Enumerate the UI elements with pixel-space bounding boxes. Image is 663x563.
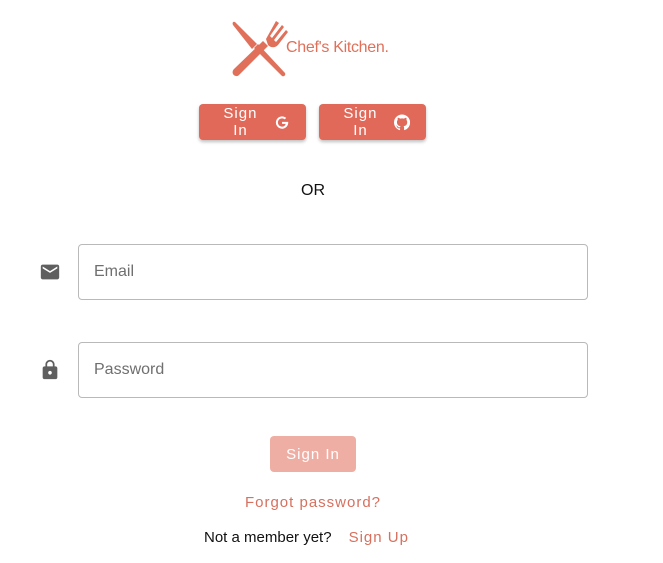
forgot-password-link[interactable]: Forgot password? — [0, 494, 626, 511]
brand-name: Chef's Kitchen. — [286, 39, 389, 56]
login-page: Chef's Kitchen. Sign In Sign In OR Sign … — [0, 0, 663, 563]
knife-fork-icon — [232, 21, 288, 77]
google-sign-in-button[interactable]: Sign In — [199, 104, 306, 140]
google-sign-in-label: Sign In — [223, 105, 258, 139]
sign-in-label: Sign In — [286, 445, 340, 463]
or-divider: OR — [301, 182, 325, 199]
brand-logo: Chef's Kitchen. — [230, 19, 389, 77]
github-sign-in-label: Sign In — [343, 105, 378, 139]
signup-row: Not a member yet? Sign Up — [204, 529, 409, 546]
password-input[interactable] — [78, 342, 588, 398]
not-member-text: Not a member yet? — [204, 529, 332, 546]
google-icon — [275, 115, 289, 129]
github-icon — [393, 113, 410, 130]
sign-up-link[interactable]: Sign Up — [349, 529, 409, 546]
sign-in-button[interactable]: Sign In — [270, 436, 356, 472]
email-input[interactable] — [78, 244, 588, 300]
mail-icon — [39, 261, 61, 283]
lock-icon — [39, 359, 61, 381]
github-sign-in-button[interactable]: Sign In — [319, 104, 426, 140]
